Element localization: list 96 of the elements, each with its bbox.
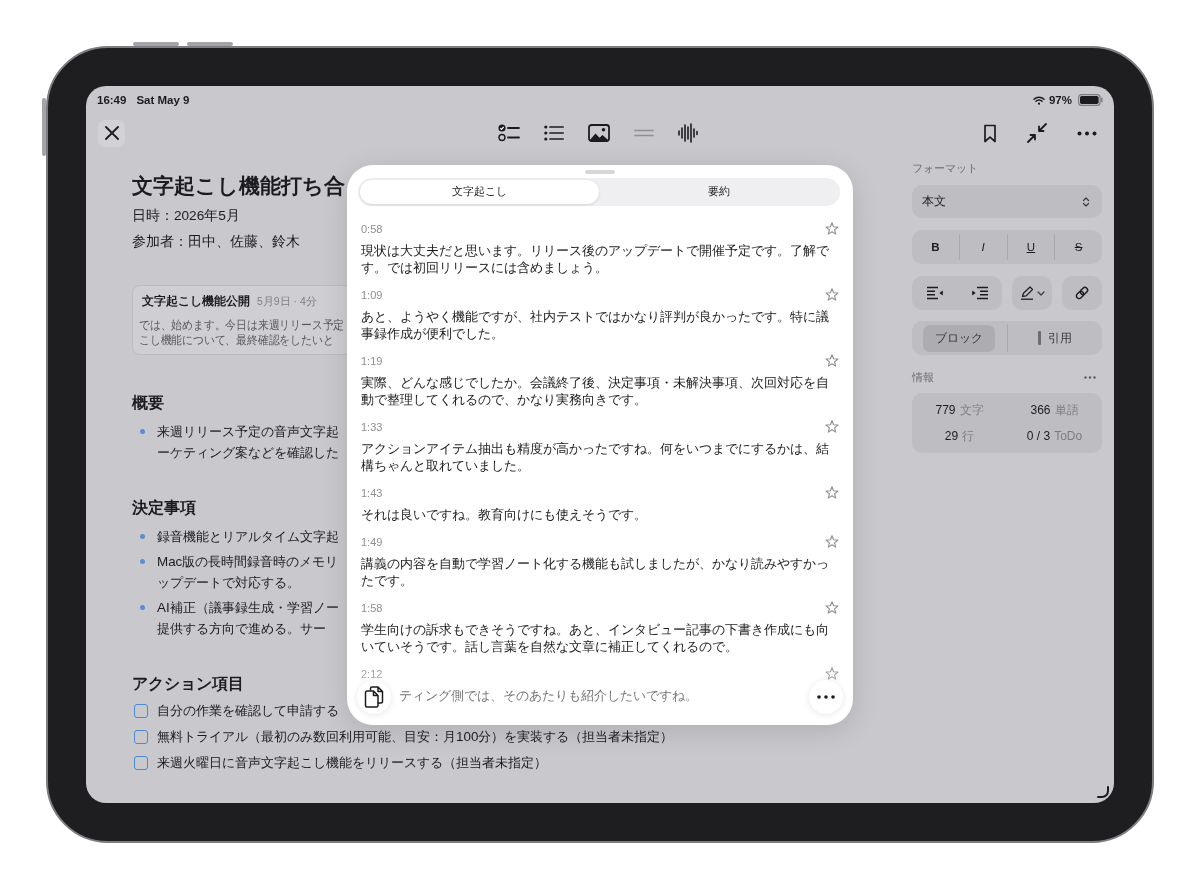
bullet-text: Mac版の長時間録音時のメモリ ップデートで対応する。: [157, 553, 339, 592]
todo-text: 来週火曜日に音声文字起こし機能をリリースする（担当者未指定）: [157, 754, 547, 772]
star-icon[interactable]: [825, 486, 839, 500]
stat-count: 29: [944, 428, 959, 445]
bullet-icon: [140, 429, 145, 434]
bookmark-icon[interactable]: [983, 123, 997, 143]
bullet-text: AI補正（議事録生成・学習ノー 提供する方向で進める。サー: [157, 599, 339, 638]
waveform-icon[interactable]: [677, 123, 698, 143]
stat-unit: 文字: [959, 402, 984, 419]
close-icon: [104, 126, 119, 140]
transcript-text: 講義の内容を自動で学習ノート化する機能も試しましたが、かなり読みやすかったです。: [361, 555, 830, 589]
quote-bar-icon: [1037, 331, 1041, 345]
underline-button[interactable]: U: [1021, 238, 1041, 256]
todo-text: 自分の作業を確認して申請する: [157, 702, 339, 720]
star-icon[interactable]: [825, 288, 839, 302]
checkbox[interactable]: [134, 756, 148, 770]
bulleted-list-icon[interactable]: [543, 125, 564, 141]
recording-preview: では、始めます。今日は来週リリース予定 こし機能について、最終確認をしたいと: [139, 318, 345, 348]
meta-text: 日時：2026年5月: [132, 207, 240, 225]
strikethrough-button[interactable]: S: [1069, 238, 1088, 256]
bold-button[interactable]: B: [926, 238, 945, 256]
resize-corner-icon[interactable]: [1097, 786, 1109, 798]
timestamp: 1:19: [361, 355, 383, 367]
bullet-icon: [140, 605, 145, 610]
checkbox[interactable]: [134, 730, 148, 744]
recording-info: 5月9日 · 4分: [257, 294, 317, 309]
copy-icon: [364, 686, 384, 708]
stat-count: 366: [1030, 402, 1051, 419]
todo-text: 無料トライアル（最初のみ数回利用可能、目安：月100分）を実装する（担当者未指定）: [157, 728, 674, 746]
more-icon[interactable]: [1077, 130, 1097, 136]
recording-title: 文字起こし機能公開: [142, 294, 250, 309]
link-button[interactable]: [1062, 276, 1102, 310]
close-button[interactable]: [98, 119, 125, 147]
battery-icon: [1078, 94, 1103, 106]
status-date: Sat May 9: [136, 94, 190, 106]
tab[interactable]: 要約: [599, 180, 838, 204]
document-title: 文字起こし機能打ち合: [132, 173, 345, 199]
star-icon[interactable]: [825, 354, 839, 368]
shrink-arrows-icon[interactable]: [1027, 123, 1047, 143]
section-heading: 概要: [132, 393, 164, 413]
status-time: 16:49: [97, 94, 127, 106]
transcript-text: アクションアイテム抽出も精度が高かったですね。何をいつまでにするかは、結構ちゃんと取れていました。: [361, 440, 830, 474]
pen-dropdown[interactable]: [1012, 276, 1052, 310]
paragraph-type-tab[interactable]: 引用: [1025, 324, 1084, 352]
star-icon[interactable]: [825, 535, 839, 549]
timestamp: 1:09: [361, 289, 383, 301]
bullet-text: 録音機能とリアルタイム文字起: [157, 528, 339, 546]
stat-count: 0 / 3: [1026, 428, 1051, 445]
image-icon[interactable]: [587, 124, 610, 142]
more-icon: [817, 695, 835, 699]
timestamp: 1:58: [361, 602, 383, 614]
star-icon[interactable]: [825, 667, 839, 681]
chevron-up-down-icon: [1082, 195, 1090, 208]
more-button[interactable]: [809, 680, 843, 714]
transcript-text: ティング側では、そのあたりも紹介したいですね。: [399, 687, 698, 704]
panel-label: フォーマット: [912, 161, 978, 176]
info-label: 情報: [912, 370, 934, 385]
stat-unit: 行: [962, 428, 975, 445]
timestamp: 1:33: [361, 421, 383, 433]
style-dropdown[interactable]: 本文: [912, 185, 1102, 218]
stat-count: 779: [935, 402, 956, 419]
italic-button[interactable]: I: [976, 238, 990, 256]
decrease-indent-icon[interactable]: [925, 286, 944, 300]
stat-unit: ToDo: [1054, 428, 1083, 445]
stat-unit: 単語: [1054, 402, 1079, 419]
bullet-text: 来週リリース予定の音声文字起 ーケティング案などを確認した: [157, 423, 339, 462]
star-icon[interactable]: [825, 222, 839, 236]
pen-icon: [1019, 286, 1034, 300]
section-heading: 決定事項: [132, 498, 196, 518]
transcript-text: 現状は大丈夫だと思います。リリース後のアップデートで開催予定です。了解です。では初回リリースには含めましょう。: [361, 242, 830, 276]
device-edge-bar: [187, 42, 233, 46]
star-icon[interactable]: [825, 601, 839, 615]
increase-indent-icon[interactable]: [970, 286, 989, 300]
transcript-text: それは良いですね。教育向けにも使えそうです。: [361, 506, 647, 523]
section-heading: アクション項目: [132, 674, 244, 694]
timestamp: 1:43: [361, 487, 383, 499]
transcript-text: 実際、どんな感じでしたか。会議終了後、決定事項・未解決事項、次回対応を自動で整理してくれるので、かなり実務向きです。: [361, 374, 830, 408]
bullet-icon: [140, 534, 145, 539]
link-icon: [1074, 285, 1090, 301]
chevron-down-icon: [1036, 290, 1045, 296]
timestamp: 1:49: [361, 536, 383, 548]
meta-text: 参加者：田中、佐藤、鈴木: [132, 233, 300, 251]
transcript-text: 学生向けの訴求もできそうですね。あと、インタビュー記事の下書き作成にも向いていそうです。話し言葉を自然な文章に補正してくれるので。: [361, 621, 830, 655]
star-icon[interactable]: [825, 420, 839, 434]
battery-percent: 97%: [1048, 94, 1072, 106]
tab[interactable]: 文字起こし: [360, 180, 599, 204]
device-edge-bar: [42, 98, 46, 156]
timestamp: 2:12: [361, 668, 383, 680]
bullet-icon: [140, 559, 145, 564]
copy-button[interactable]: [357, 680, 391, 714]
device-edge-bar: [133, 42, 179, 46]
checklist-icon[interactable]: [497, 124, 520, 142]
checkbox[interactable]: [134, 704, 148, 718]
paragraph-type-tab[interactable]: ブロック: [923, 324, 996, 352]
wifi-icon: [1032, 95, 1045, 105]
timestamp: 0:58: [361, 223, 383, 235]
